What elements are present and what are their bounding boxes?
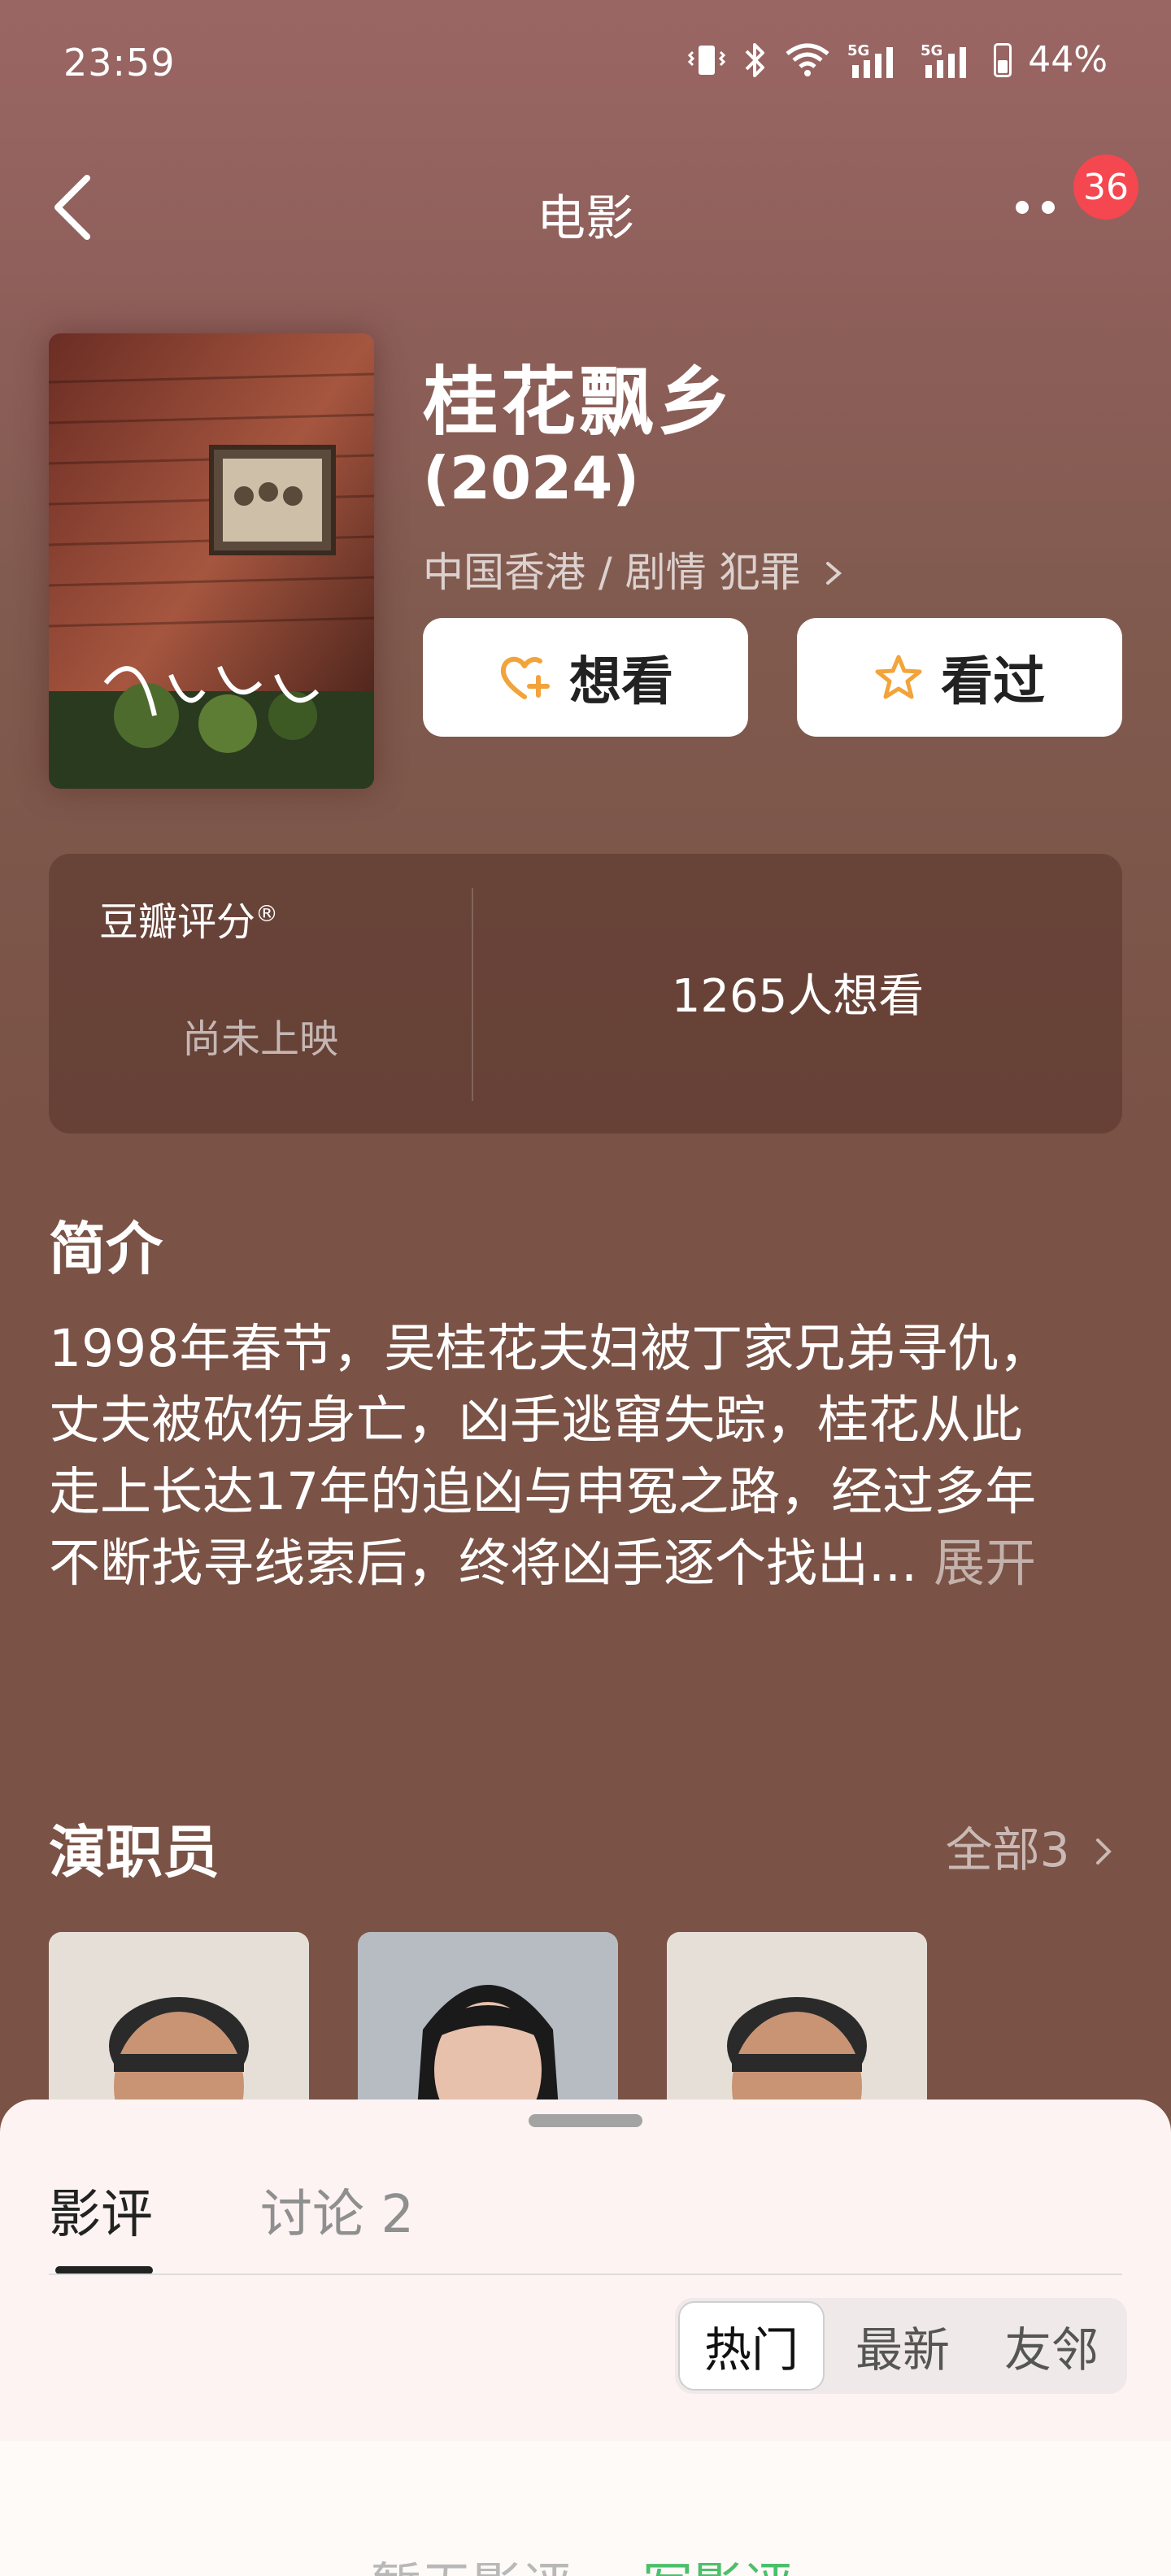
synopsis-text: 1998年春节，吴桂花夫妇被丁家兄弟寻仇， 丈夫被砍伤身亡，凶手逃窜失踪，桂花从… xyxy=(49,1313,1130,1599)
cast-title: 演职员 xyxy=(49,1819,220,1886)
status-bar: 23:59 5G 5G 44% xyxy=(0,0,1171,130)
status-icons: 5G 5G 44% xyxy=(686,39,1108,80)
movie-title: 桂花飘乡 xyxy=(423,359,736,446)
signal-5g-icon-2: 5G xyxy=(921,41,977,80)
vibrate-icon xyxy=(686,42,727,78)
movie-meta[interactable]: 中国香港 / 剧情 犯罪 xyxy=(423,540,846,598)
write-review-link[interactable]: 写影评 xyxy=(642,2545,794,2576)
douban-rating: 豆瓣评分® 尚未上映 xyxy=(49,854,472,1134)
movie-year: (2024) xyxy=(423,444,640,512)
sort-new-button[interactable]: 最新 xyxy=(829,2298,976,2394)
cast-all-link[interactable]: 全部3 xyxy=(946,1812,1116,1880)
expand-link[interactable]: 展开 xyxy=(934,1534,1036,1593)
divider xyxy=(49,2274,1122,2275)
synopsis-line: 丈夫被砍伤身亡，凶手逃窜失踪，桂花从此 xyxy=(49,1390,1022,1450)
synopsis-line: 不断找寻线索后，终将凶手逐个找出... 展开 xyxy=(49,1534,1037,1593)
more-button[interactable] xyxy=(992,171,1082,244)
bluetooth-icon xyxy=(743,41,768,79)
movie-meta-text: 中国香港 / 剧情 犯罪 xyxy=(423,549,801,596)
want-to-watch-button[interactable]: 想看 xyxy=(423,618,748,737)
heart-plus-icon xyxy=(500,656,550,699)
synopsis-line: 走上长达17年的追凶与申冤之路，经过多年 xyxy=(49,1462,1037,1521)
sort-hot-button[interactable]: 热门 xyxy=(678,2301,825,2391)
footer-strip: 暂无影评 写影评 xyxy=(0,2441,1171,2576)
notification-badge: 36 xyxy=(1073,154,1138,220)
watched-label: 看过 xyxy=(941,652,1045,712)
status-time: 23:59 xyxy=(63,41,176,85)
synopsis-title: 简介 xyxy=(49,1216,163,1282)
tab-discussions[interactable]: 讨论 2 xyxy=(260,2173,414,2247)
svg-text:5G: 5G xyxy=(847,42,869,59)
movie-poster[interactable] xyxy=(49,333,374,789)
tab-reviews[interactable]: 影评 xyxy=(49,2173,153,2247)
svg-text:5G: 5G xyxy=(921,42,942,59)
sort-segmented-control: 热门 最新 友邻 xyxy=(675,2298,1127,2394)
signal-5g-icon: 5G xyxy=(847,41,904,80)
synopsis-line: 1998年春节，吴桂花夫妇被丁家兄弟寻仇， xyxy=(49,1319,1051,1378)
more-dots-icon xyxy=(1016,201,1055,214)
star-icon xyxy=(875,655,922,699)
no-reviews-text: 暂无影评 xyxy=(371,2545,572,2576)
want-count: 1265人想看 xyxy=(671,970,925,1023)
sort-friends-button[interactable]: 友邻 xyxy=(976,2298,1127,2394)
want-to-watch-label: 想看 xyxy=(569,652,673,712)
battery-icon xyxy=(994,42,1012,77)
rating-card: 豆瓣评分® 尚未上映 1265人想看 xyxy=(49,854,1122,1134)
chevron-right-icon xyxy=(826,562,842,585)
rating-status: 尚未上映 xyxy=(181,1016,338,1062)
wifi-icon xyxy=(784,42,831,78)
watched-button[interactable]: 看过 xyxy=(797,618,1122,737)
rating-label: 豆瓣评分® xyxy=(99,899,279,945)
top-nav: 电影 36 xyxy=(0,138,1171,276)
battery-percent: 44% xyxy=(1028,39,1108,80)
chevron-right-icon xyxy=(1096,1838,1112,1865)
sheet-drag-handle[interactable] xyxy=(529,2114,642,2127)
